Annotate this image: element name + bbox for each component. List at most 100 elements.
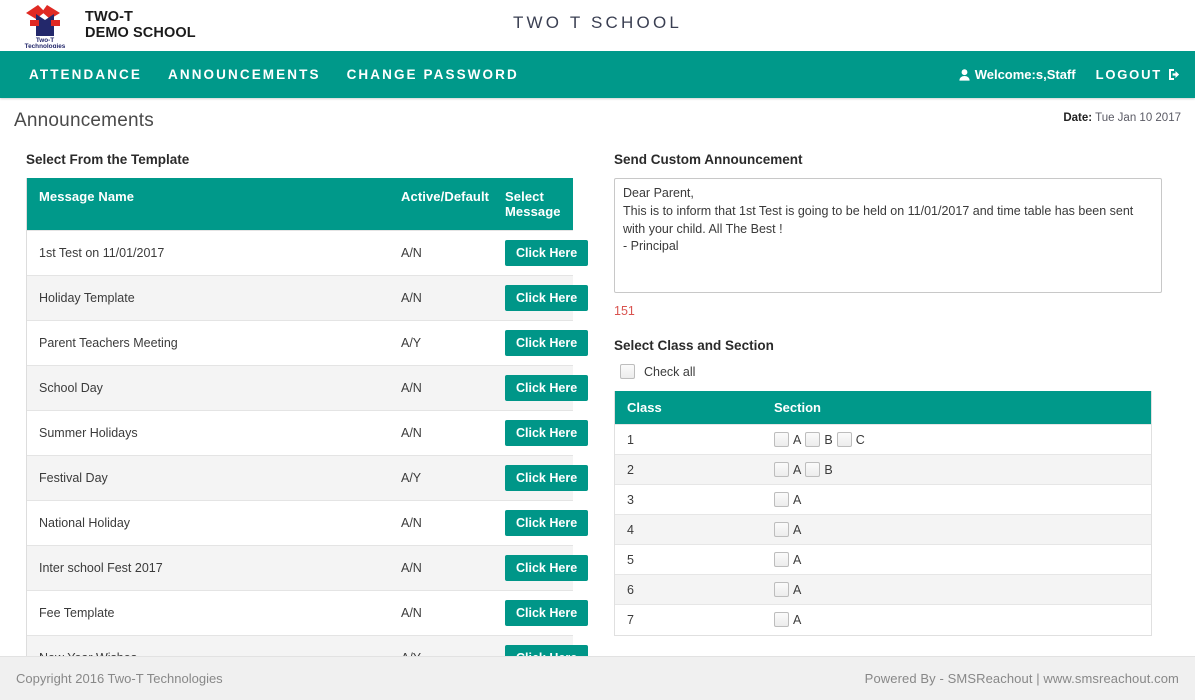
table-row: 1 A B C <box>615 424 1151 455</box>
section-checkbox[interactable] <box>836 432 852 447</box>
section-label: B <box>824 462 833 477</box>
class-number: 1 <box>615 424 762 455</box>
main-content: Select From the Template Message Name Ac… <box>0 138 1195 681</box>
table-row: National Holiday A/N Click Here <box>27 500 589 546</box>
template-select-cell: Click Here <box>493 410 589 456</box>
section-label: A <box>793 582 802 597</box>
class-section-heading: Select Class and Section <box>614 338 774 353</box>
custom-announcement-textarea[interactable] <box>614 178 1162 293</box>
welcome-text: Welcome:s,Staff <box>974 67 1076 82</box>
template-select-cell: Click Here <box>493 365 589 411</box>
template-table-head: Message Name Active/Default Select Messa… <box>27 178 573 231</box>
page-header: Announcements Date: Tue Jan 10 2017 <box>0 98 1195 138</box>
check-all-label: Check all <box>644 364 696 379</box>
template-active-default: A/N <box>389 590 493 636</box>
section-label: C <box>855 432 865 447</box>
template-active-default: A/Y <box>389 320 493 366</box>
check-all-checkbox[interactable] <box>620 364 635 379</box>
template-table-body: 1st Test on 11/01/2017 A/N Click Here Holid… <box>27 230 589 680</box>
section-label: A <box>793 492 802 507</box>
click-here-button[interactable]: Click Here <box>505 510 589 536</box>
section-option: B <box>805 462 836 477</box>
template-table-wrapper: Message Name Active/Default Select Messa… <box>26 178 589 681</box>
section-option: C <box>836 432 869 447</box>
column-header-section: Section <box>762 391 1151 425</box>
character-count: 151 <box>614 304 635 318</box>
template-active-default: A/N <box>389 230 493 276</box>
table-row: 4A <box>615 514 1151 545</box>
welcome-user: Welcome:s,Staff <box>959 67 1076 82</box>
section-checkbox[interactable] <box>805 462 821 477</box>
section-option: A <box>774 582 805 597</box>
section-checkbox[interactable] <box>774 432 789 447</box>
navbar-user-area: Welcome:s,Staff LOGOUT <box>959 67 1181 82</box>
section-list: A <box>774 582 1139 597</box>
click-here-button[interactable]: Click Here <box>505 600 589 626</box>
template-message-name: Holiday Template <box>27 275 389 321</box>
table-row: Holiday Template A/N Click Here <box>27 275 589 321</box>
section-checkbox[interactable] <box>774 522 789 537</box>
table-row: Inter school Fest 2017 A/N Click Here <box>27 545 589 591</box>
table-row: Fee Template A/N Click Here <box>27 590 589 636</box>
section-option: A <box>774 462 805 477</box>
table-row: 7A <box>615 604 1151 635</box>
click-here-button[interactable]: Click Here <box>505 465 589 491</box>
template-message-name: Fee Template <box>27 590 389 636</box>
class-number: 5 <box>615 544 762 575</box>
section-label: A <box>793 432 802 447</box>
nav-item-announcements[interactable]: ANNOUNCEMENTS <box>155 67 334 82</box>
logout-icon <box>1168 68 1181 81</box>
click-here-button[interactable]: Click Here <box>505 375 589 401</box>
click-here-button[interactable]: Click Here <box>505 240 589 266</box>
section-list: A <box>774 522 1139 537</box>
template-active-default: A/N <box>389 545 493 591</box>
column-header-select-message: Select Message <box>493 178 573 231</box>
class-header-row: Class Section <box>615 391 1151 425</box>
table-row: Festival Day A/Y Click Here <box>27 455 589 501</box>
template-select-cell: Click Here <box>493 320 589 366</box>
section-checkbox[interactable] <box>774 492 789 507</box>
page-footer: Copyright 2016 Two-T Technologies Powere… <box>0 656 1195 700</box>
click-here-button[interactable]: Click Here <box>505 285 589 311</box>
navbar-links: ATTENDANCE ANNOUNCEMENTS CHANGE PASSWORD <box>16 67 532 82</box>
section-checkbox[interactable] <box>774 462 789 477</box>
section-checkbox[interactable] <box>774 582 789 597</box>
section-list: A <box>774 492 1139 507</box>
click-here-button[interactable]: Click Here <box>505 555 589 581</box>
table-row: 2A B <box>615 454 1151 485</box>
class-number: 4 <box>615 514 762 545</box>
template-select-cell: Click Here <box>493 455 589 501</box>
nav-item-change-password[interactable]: CHANGE PASSWORD <box>334 67 532 82</box>
nav-item-attendance[interactable]: ATTENDANCE <box>16 67 155 82</box>
class-section-table: Class Section 1ABC2AB3A4A5A6A7A <box>615 391 1151 635</box>
logout-button[interactable]: LOGOUT <box>1096 67 1181 82</box>
template-active-default: A/N <box>389 365 493 411</box>
section-checkbox[interactable] <box>774 552 789 567</box>
section-checkbox[interactable] <box>805 432 821 447</box>
class-sections-cell: A <box>762 604 1151 635</box>
click-here-button[interactable]: Click Here <box>505 420 589 446</box>
template-select-cell: Click Here <box>493 230 589 276</box>
section-option: B <box>805 432 836 447</box>
page-title: Announcements <box>14 110 154 131</box>
check-all-row: Check all <box>620 364 1183 379</box>
class-table-head: Class Section <box>615 391 1151 425</box>
template-message-name: School Day <box>27 365 389 411</box>
section-checkbox[interactable] <box>774 612 789 628</box>
column-header-active-default: Active/Default <box>389 178 493 231</box>
template-select-cell: Click Here <box>493 545 589 591</box>
template-message-name: National Holiday <box>27 500 389 546</box>
right-column: Send Custom Announcement 151 Select Clas… <box>614 138 1183 681</box>
section-label: A <box>793 522 802 537</box>
class-sections-cell: A B C <box>762 424 1151 455</box>
template-panel-heading: Select From the Template <box>26 152 190 167</box>
date-label: Date: <box>1063 112 1093 124</box>
click-here-button[interactable]: Click Here <box>505 330 589 356</box>
class-sections-cell: A <box>762 514 1151 545</box>
template-active-default: A/Y <box>389 455 493 501</box>
class-number: 2 <box>615 454 762 485</box>
template-message-name: 1st Test on 11/01/2017 <box>27 230 389 276</box>
logo-caption-line2: Technologies <box>25 43 66 48</box>
column-header-class: Class <box>615 391 762 425</box>
template-active-default: A/N <box>389 410 493 456</box>
